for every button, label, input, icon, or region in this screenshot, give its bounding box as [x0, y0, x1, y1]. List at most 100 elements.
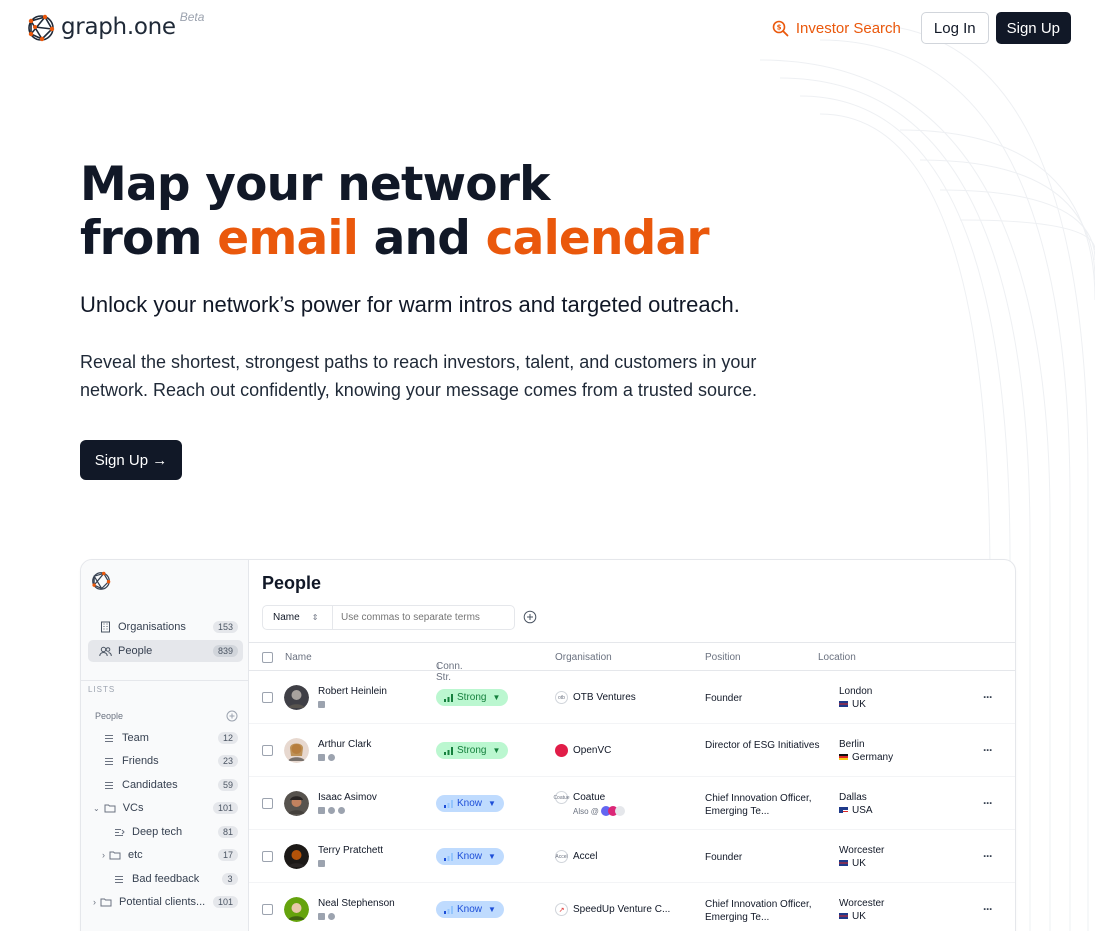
organisation-cell[interactable]: ↗ SpeedUp Venture C...	[555, 903, 670, 916]
also-at-organisations: Also @	[573, 806, 625, 816]
sidebar-item-label: etc	[128, 849, 143, 861]
position-text: Founder	[705, 693, 743, 704]
graph-logo-icon	[28, 14, 55, 42]
chevron-updown-icon: ⇕	[311, 613, 319, 622]
row-more-menu-button[interactable]: ···	[983, 690, 993, 704]
sidebar-list-bad-feedback[interactable]: Bad feedback 3	[88, 868, 243, 890]
sidebar-folder-potential-clients[interactable]: › Potential clients... 101	[88, 891, 243, 913]
filter-search-input[interactable]	[341, 612, 501, 623]
column-location[interactable]: Location	[818, 652, 856, 663]
signal-bars-icon	[444, 693, 453, 702]
location-cell: Dallas USA	[839, 791, 873, 817]
sidebar-folder-vcs[interactable]: ⌄ VCs 101	[88, 797, 243, 819]
count-badge: 23	[217, 755, 238, 767]
person-name[interactable]: Neal Stephenson	[318, 898, 395, 909]
sidebar-item-organisations[interactable]: Organisations 153	[88, 616, 243, 638]
sidebar-list-deep-tech[interactable]: Deep tech 81	[88, 821, 243, 843]
add-filter-icon[interactable]	[523, 610, 537, 624]
hero-title-email: email	[217, 211, 359, 266]
column-position[interactable]: Position	[705, 652, 741, 663]
strength-label: Know	[457, 798, 483, 809]
row-checkbox[interactable]	[262, 904, 273, 915]
chevron-right-icon[interactable]: ›	[93, 897, 96, 907]
chevron-down-icon[interactable]: ⌄	[93, 804, 100, 813]
avatar	[284, 791, 309, 816]
position-text: Chief Innovation Officer, Emerging Te...	[705, 899, 812, 923]
country: Germany	[852, 752, 894, 763]
table-row[interactable]: Isaac Asimov Know ▼ Coatue Coatue Also @ …	[249, 777, 1015, 830]
country: UK	[852, 858, 866, 869]
table-row[interactable]: Arthur Clark Strong ▼ OpenVC Director of…	[249, 724, 1015, 777]
filter-field-select[interactable]: Name ⇕	[263, 606, 333, 629]
source-icons	[318, 807, 345, 814]
connection-strength-dropdown[interactable]: Know ▼	[436, 901, 504, 918]
signup-button[interactable]: Sign Up	[995, 12, 1071, 44]
hero-title: Map your network from email and calendar	[80, 157, 710, 266]
person-name[interactable]: Isaac Asimov	[318, 792, 377, 803]
connection-strength-dropdown[interactable]: Know ▼	[436, 848, 504, 865]
sidebar-item-label: VCs	[122, 802, 144, 814]
sidebar-folder-etc[interactable]: › etc 17	[88, 844, 243, 866]
sidebar-item-label: Friends	[122, 755, 159, 767]
table-row[interactable]: Terry Pratchett Know ▼ Accel Accel Founde…	[249, 830, 1015, 883]
organisation-cell[interactable]: Coatue Coatue	[553, 791, 605, 804]
connection-strength-dropdown[interactable]: Know ▼	[436, 795, 504, 812]
site-logo[interactable]: graph.one Beta	[25, 10, 205, 44]
sidebar-item-people[interactable]: People 839	[88, 640, 243, 662]
person-name[interactable]: Arthur Clark	[318, 739, 371, 750]
strength-label: Know	[457, 904, 483, 915]
login-button[interactable]: Log In	[920, 12, 989, 44]
organisation-name: OTB Ventures	[573, 692, 636, 703]
country: USA	[852, 805, 873, 816]
hero-title-line1: Map your network	[80, 157, 550, 212]
sidebar-divider	[81, 680, 249, 681]
add-list-icon[interactable]	[226, 710, 238, 722]
connection-strength-dropdown[interactable]: Strong ▼	[436, 742, 509, 759]
row-more-menu-button[interactable]: ···	[983, 743, 993, 757]
signal-bars-icon	[444, 852, 453, 861]
list-icon	[102, 754, 116, 768]
city: London	[839, 686, 873, 697]
location-cell: Berlin Germany	[839, 738, 893, 764]
sidebar-item-label: Bad feedback	[132, 873, 200, 885]
facebook-icon	[328, 807, 335, 814]
list-icon	[102, 778, 116, 792]
column-name[interactable]: Name	[285, 652, 312, 663]
avatar	[284, 738, 309, 763]
hero-signup-button[interactable]: Sign Up →	[80, 440, 182, 480]
investor-search-link[interactable]: $ Investor Search	[772, 20, 901, 37]
list-icon	[102, 731, 116, 745]
count-badge: 3	[222, 873, 238, 885]
source-icons	[318, 701, 325, 708]
row-more-menu-button[interactable]: ···	[983, 902, 993, 916]
person-name[interactable]: Robert Heinlein	[318, 686, 387, 697]
row-checkbox[interactable]	[262, 851, 273, 862]
column-organisation[interactable]: Organisation	[555, 652, 612, 663]
beta-badge: Beta	[179, 10, 205, 24]
table-row[interactable]: Neal Stephenson Know ▼ ↗ SpeedUp Venture …	[249, 883, 1015, 931]
count-badge: 101	[212, 896, 238, 908]
avatar	[284, 844, 309, 869]
row-checkbox[interactable]	[262, 798, 273, 809]
organisation-name: OpenVC	[573, 745, 612, 756]
person-name[interactable]: Terry Pratchett	[318, 845, 383, 856]
row-more-menu-button[interactable]: ···	[983, 849, 993, 863]
usa-flag-icon	[839, 807, 848, 814]
connection-strength-dropdown[interactable]: Strong ▼	[436, 689, 509, 706]
logo-text: graph.one	[61, 14, 176, 40]
strength-label: Strong	[457, 745, 487, 756]
table-row[interactable]: Robert Heinlein Strong ▼ otb OTB Ventures…	[249, 671, 1015, 724]
row-checkbox[interactable]	[262, 745, 273, 756]
chevron-right-icon[interactable]: ›	[102, 850, 105, 860]
organisation-cell[interactable]: otb OTB Ventures	[555, 691, 636, 704]
sidebar-list-team[interactable]: Team 12	[88, 727, 243, 749]
row-more-menu-button[interactable]: ···	[983, 796, 993, 810]
row-checkbox[interactable]	[262, 692, 273, 703]
select-all-checkbox[interactable]	[262, 652, 273, 663]
sidebar-list-friends[interactable]: Friends 23	[88, 750, 243, 772]
filter-field-label: Name	[273, 612, 300, 623]
sidebar-list-candidates[interactable]: Candidates 59	[88, 774, 243, 796]
organisation-cell[interactable]: OpenVC	[555, 744, 611, 757]
organisation-cell[interactable]: Accel Accel	[555, 850, 597, 863]
caret-down-icon: ▼	[488, 905, 496, 914]
